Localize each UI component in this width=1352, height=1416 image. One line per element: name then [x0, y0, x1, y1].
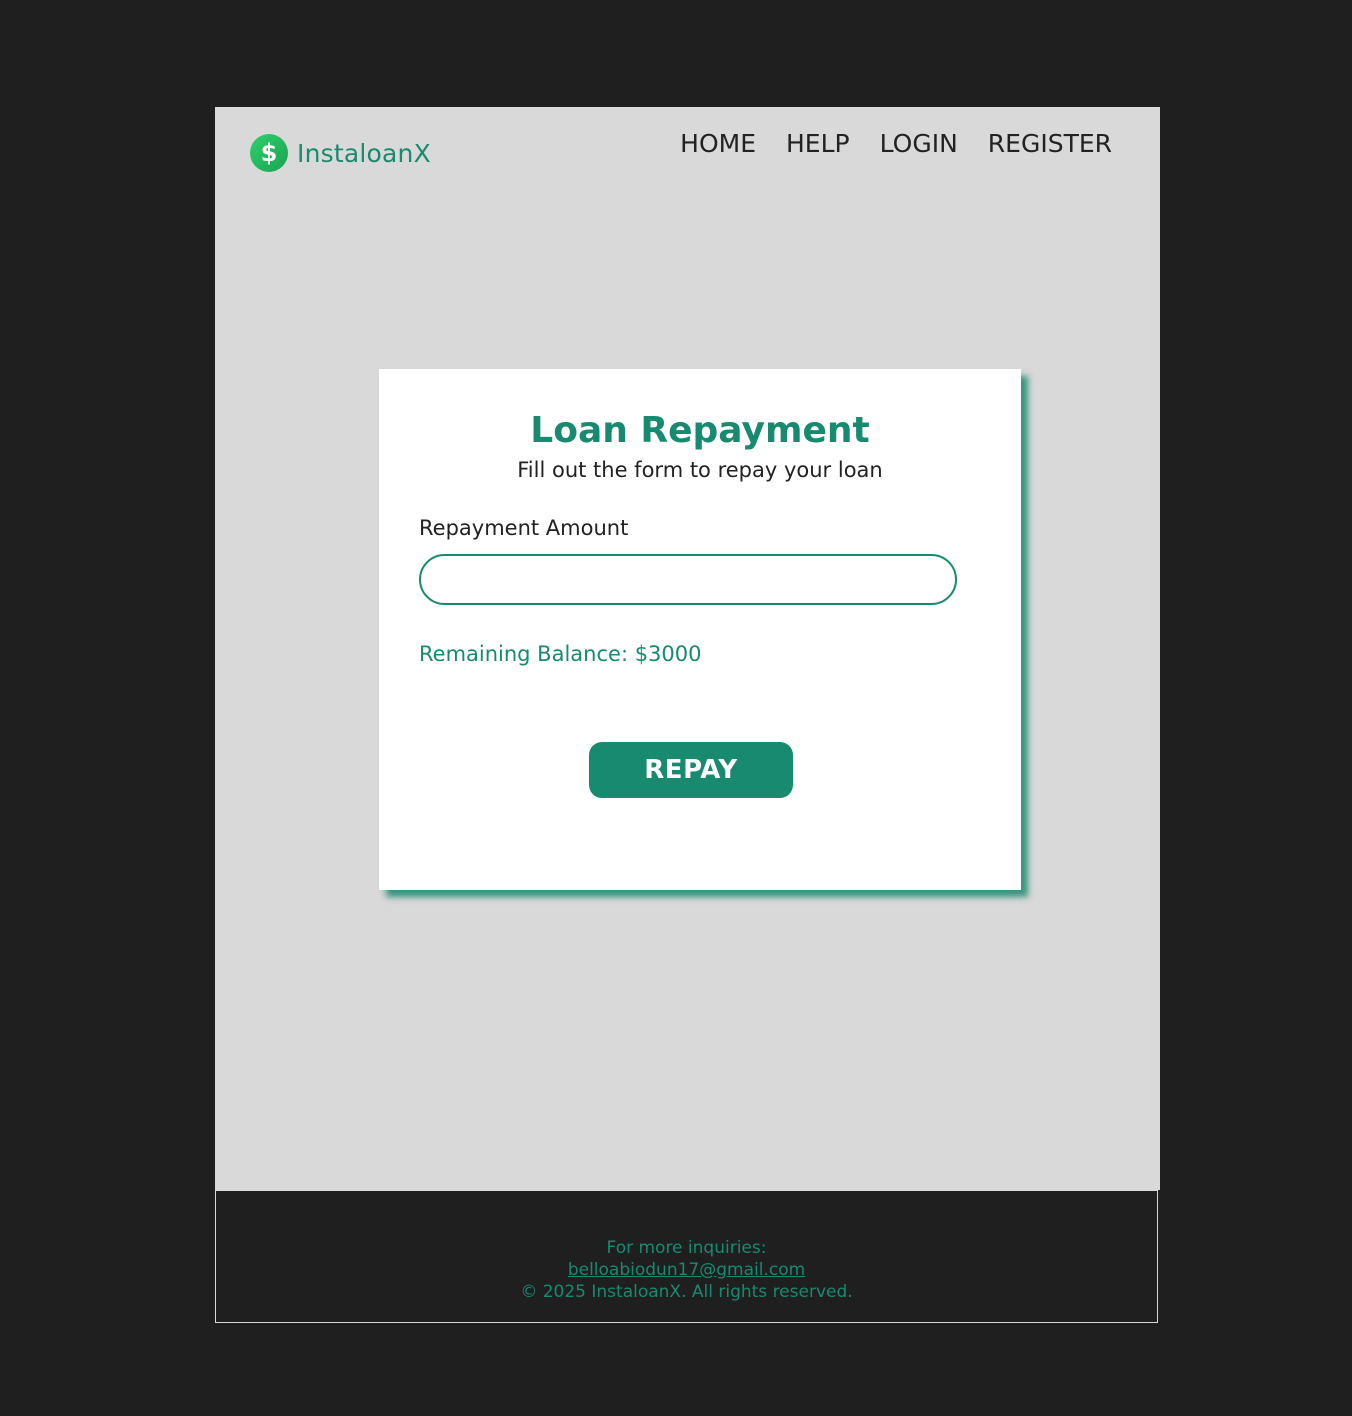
repayment-amount-label: Repayment Amount	[419, 516, 629, 540]
app-frame: $ InstaloanX HOME HELP LOGIN REGISTER Lo…	[215, 107, 1160, 1323]
repayment-amount-input[interactable]	[419, 554, 957, 605]
footer: For more inquiries: belloabiodun17@gmail…	[215, 1190, 1158, 1323]
card-title: Loan Repayment	[530, 410, 870, 451]
repayment-card: Loan Repayment Fill out the form to repa…	[379, 369, 1021, 890]
footer-inquiries: For more inquiries:	[606, 1238, 767, 1258]
repay-button[interactable]: REPAY	[589, 742, 793, 798]
main-nav: HOME HELP LOGIN REGISTER	[650, 129, 1112, 158]
remaining-balance: Remaining Balance: $3000	[419, 642, 702, 666]
footer-email-link[interactable]: belloabiodun17@gmail.com	[568, 1260, 805, 1280]
nav-home[interactable]: HOME	[680, 129, 756, 158]
brand-name: InstaloanX	[297, 138, 431, 168]
dollar-icon: $	[250, 134, 288, 172]
nav-login[interactable]: LOGIN	[880, 129, 958, 158]
page-body: $ InstaloanX HOME HELP LOGIN REGISTER Lo…	[215, 107, 1160, 1190]
footer-email-row: belloabiodun17@gmail.com	[216, 1260, 1157, 1280]
footer-copyright: © 2025 InstaloanX. All rights reserved.	[520, 1282, 853, 1302]
card-subtitle: Fill out the form to repay your loan	[517, 458, 883, 482]
nav-help[interactable]: HELP	[786, 129, 850, 158]
logo[interactable]: $ InstaloanX	[250, 134, 431, 172]
nav-register[interactable]: REGISTER	[988, 129, 1112, 158]
